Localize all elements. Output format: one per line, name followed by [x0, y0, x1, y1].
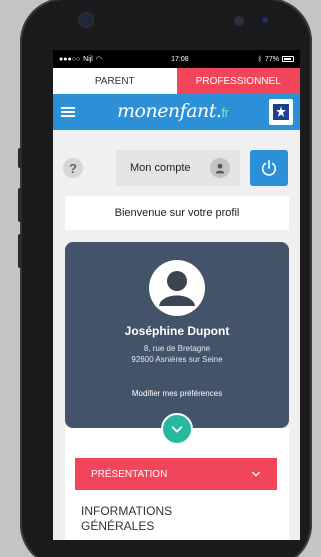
- menu-icon[interactable]: [61, 107, 75, 117]
- signal-icon: ●●●○○: [59, 55, 81, 63]
- volume-down-button: [18, 234, 22, 268]
- proximity-sensor: [262, 17, 268, 23]
- tab-professionnel[interactable]: PROFESSIONNEL: [176, 68, 300, 94]
- chevron-down-icon: [171, 426, 183, 433]
- presentation-dropdown[interactable]: PRÉSENTATION: [75, 458, 277, 490]
- section-title: INFORMATIONS GÉNÉRALES: [81, 504, 173, 533]
- expand-button[interactable]: [161, 413, 193, 445]
- profile-address: 8, rue de Bretagne 92600 Asnières sur Se…: [65, 343, 289, 365]
- logo-tld: fr: [221, 105, 229, 120]
- edit-preferences-link[interactable]: Modifier mes préférences: [65, 389, 289, 398]
- audience-switch: PARENT PROFESSIONNEL: [53, 68, 300, 94]
- welcome-banner: Bienvenue sur votre profil: [65, 196, 289, 230]
- chevron-down-icon: [252, 471, 260, 477]
- wifi-icon: ◠: [95, 56, 102, 63]
- status-bar: ●●●○○ Nijl ◠ 17:08 ᛒ 77%: [53, 50, 300, 68]
- phone-screen: ●●●○○ Nijl ◠ 17:08 ᛒ 77% PARENT PROFESSI…: [53, 50, 300, 540]
- caf-logo-icon: [269, 99, 293, 125]
- question-icon[interactable]: ?: [63, 158, 83, 178]
- battery-icon: [281, 56, 294, 62]
- address-line-1: 8, rue de Bretagne: [143, 344, 211, 353]
- app-header: monenfant.fr: [53, 94, 300, 130]
- logout-button[interactable]: [250, 150, 288, 186]
- battery-percent: 77%: [264, 55, 279, 63]
- presentation-label: PRÉSENTATION: [91, 468, 168, 480]
- clock: 17:08: [171, 55, 189, 63]
- front-camera: [80, 14, 92, 26]
- bluetooth-icon: ᛒ: [257, 55, 262, 63]
- address-line-2: 92600 Asnières sur Seine: [131, 355, 223, 364]
- camera-lens: [234, 16, 244, 26]
- user-icon: [210, 158, 230, 178]
- tab-parent[interactable]: PARENT: [53, 68, 177, 94]
- power-icon: [261, 159, 277, 176]
- my-account-button[interactable]: Mon compte: [116, 150, 240, 186]
- profile-card: Joséphine Dupont 8, rue de Bretagne 9260…: [65, 242, 289, 428]
- volume-up-button: [18, 188, 22, 222]
- avatar: [149, 260, 205, 316]
- site-logo[interactable]: monenfant.fr: [117, 100, 229, 122]
- side-button: [18, 148, 22, 168]
- profile-name: Joséphine Dupont: [124, 324, 230, 338]
- user-icon: [159, 271, 195, 306]
- account-toolbar: ? Mon compte: [53, 150, 300, 186]
- my-account-label: Mon compte: [130, 162, 191, 174]
- logo-main: monenfant: [117, 100, 216, 122]
- carrier-label: Nijl: [83, 55, 93, 63]
